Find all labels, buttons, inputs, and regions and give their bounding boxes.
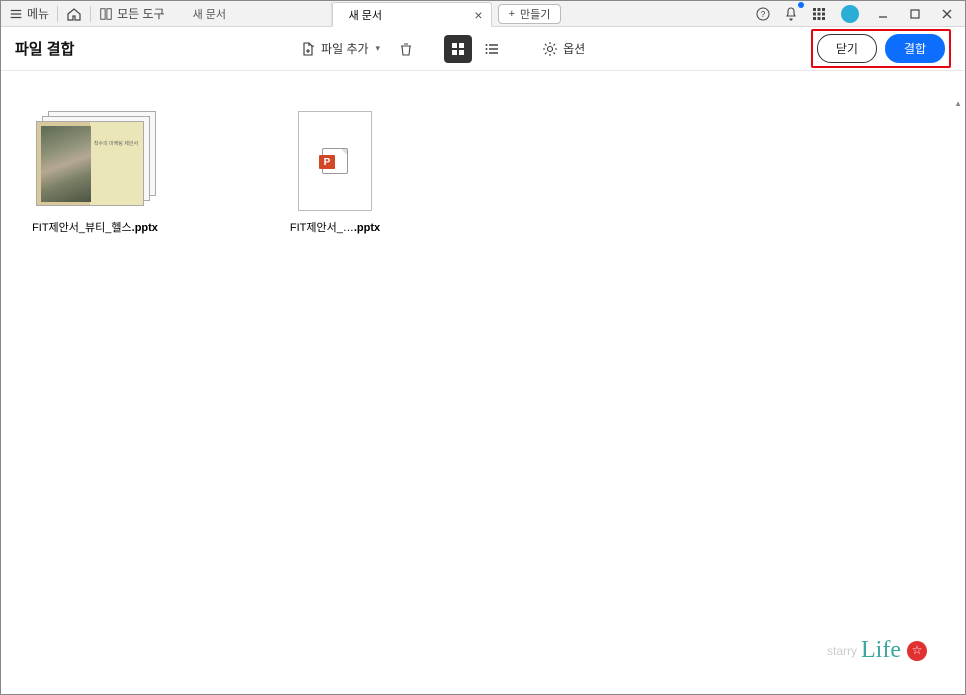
bell-icon: [783, 6, 799, 22]
combine-button[interactable]: 결합: [885, 34, 945, 63]
home-icon: [66, 6, 82, 22]
list-icon: [484, 41, 500, 57]
grid-view-button[interactable]: [444, 35, 472, 63]
close-button[interactable]: 닫기: [817, 34, 877, 63]
maximize-icon: [908, 7, 922, 21]
close-icon: [940, 7, 954, 21]
trash-icon: [398, 41, 414, 57]
minimize-button[interactable]: [869, 3, 897, 25]
minimize-icon: [876, 7, 890, 21]
home-button[interactable]: [62, 3, 86, 25]
all-tools-label: 모든 도구: [117, 5, 165, 22]
options-label: 옵션: [563, 40, 585, 57]
pptx-file-icon: [322, 148, 348, 174]
new-tab-button[interactable]: + 만들기: [498, 4, 562, 24]
menu-label: 메뉴: [27, 5, 49, 22]
watermark-text: Life: [861, 637, 901, 664]
notifications-button[interactable]: [779, 3, 803, 25]
add-files-label: 파일 추가: [321, 40, 369, 57]
hamburger-icon: [9, 7, 23, 21]
chevron-down-icon: ▾: [376, 43, 381, 54]
tab-label: 새 문서: [193, 6, 226, 22]
toolbar: 파일 결합 파일 추가 ▾ 옵션: [1, 27, 965, 71]
svg-text:?: ?: [761, 10, 766, 19]
tabs-container: 새 문서 새 문서 ×: [177, 1, 492, 26]
file-thumbnail-stack: 착수의 마케팅 제안서: [36, 111, 154, 211]
thumb-caption: 착수의 마케팅 제안서: [93, 140, 139, 147]
list-view-button[interactable]: [478, 35, 506, 63]
add-files-button[interactable]: 파일 추가 ▾: [294, 35, 386, 62]
watermark: starry Life ☆: [827, 637, 927, 664]
grid-icon: [450, 41, 466, 57]
file-thumbnail: [298, 111, 372, 211]
apps-grid-icon: [811, 6, 827, 22]
file-item[interactable]: FIT제안서_….pptx: [255, 111, 415, 235]
file-label: FIT제안서_뷰티_헬스.pptx: [32, 219, 158, 235]
apps-button[interactable]: [807, 3, 831, 25]
titlebar-right: ?: [751, 3, 961, 25]
files-grid: 착수의 마케팅 제안서 FIT제안서_뷰티_헬스.pptx FIT제안서_….p…: [1, 71, 965, 275]
action-highlight: 닫기 결합: [811, 29, 951, 68]
plus-icon: +: [509, 8, 515, 20]
separator: [90, 6, 91, 22]
close-tab-button[interactable]: ×: [474, 7, 482, 23]
help-icon: ?: [755, 6, 771, 22]
delete-button[interactable]: [392, 35, 420, 63]
new-tab-label: 만들기: [520, 6, 550, 22]
toolbar-right: 닫기 결합: [811, 29, 951, 68]
watermark-badge-icon: ☆: [907, 641, 927, 661]
tab-inactive[interactable]: 새 문서: [177, 1, 332, 26]
toolbar-center: 파일 추가 ▾ 옵션: [294, 35, 591, 63]
watermark-pre: starry: [827, 644, 857, 658]
avatar[interactable]: [841, 5, 859, 23]
maximize-button[interactable]: [901, 3, 929, 25]
options-button[interactable]: 옵션: [536, 35, 591, 62]
file-item[interactable]: 착수의 마케팅 제안서 FIT제안서_뷰티_헬스.pptx: [15, 111, 175, 235]
app-window: 메뉴 모든 도구 새 문서 새 문서 × + 만들기 ?: [0, 0, 966, 695]
separator: [57, 6, 58, 22]
tab-active[interactable]: 새 문서 ×: [332, 2, 492, 27]
close-window-button[interactable]: [933, 3, 961, 25]
content-area: ▲ 착수의 마케팅 제안서 FIT제안서_뷰티_헬스.pptx: [1, 71, 965, 694]
tab-label: 새 문서: [349, 7, 382, 23]
page-title: 파일 결합: [15, 38, 74, 59]
titlebar: 메뉴 모든 도구 새 문서 새 문서 × + 만들기 ?: [1, 1, 965, 27]
scroll-up-handle[interactable]: ▲: [954, 99, 962, 108]
add-file-icon: [300, 41, 316, 57]
tools-icon: [99, 7, 113, 21]
help-button[interactable]: ?: [751, 3, 775, 25]
all-tools-button[interactable]: 모든 도구: [95, 3, 169, 25]
file-label: FIT제안서_….pptx: [290, 219, 380, 235]
gear-icon: [542, 41, 558, 57]
menu-button[interactable]: 메뉴: [5, 3, 53, 25]
